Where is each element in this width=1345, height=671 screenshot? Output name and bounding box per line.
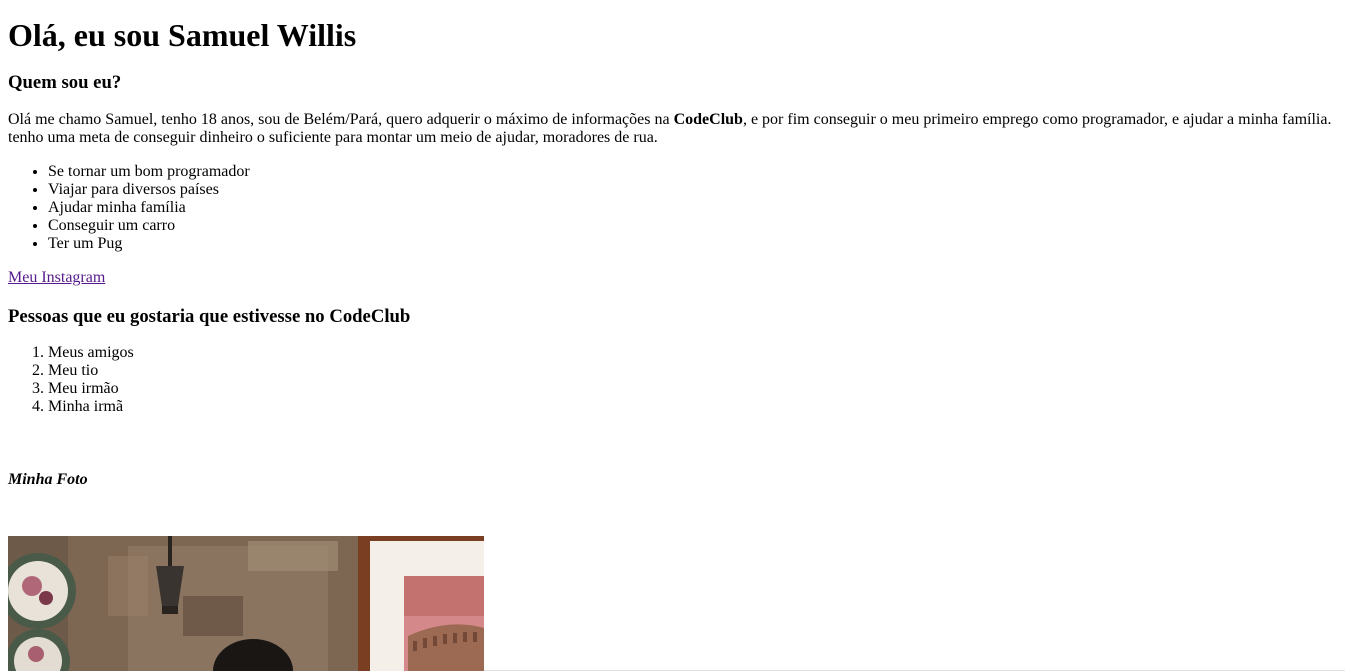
profile-photo (8, 536, 484, 671)
list-item: Meu tio (48, 362, 1337, 380)
list-item: Viajar para diversos países (48, 181, 1337, 199)
intro-paragraph: Olá me chamo Samuel, tenho 18 anos, sou … (8, 111, 1337, 147)
page-title: Olá, eu sou Samuel Willis (8, 17, 357, 53)
list-item: Ter um Pug (48, 235, 1337, 253)
list-item: Meu irmão (48, 380, 1337, 398)
list-item: Ajudar minha família (48, 199, 1337, 217)
page-content: Olá, eu sou Samuel Willis Quem sou eu? O… (0, 17, 1345, 489)
about-heading: Quem sou eu? (8, 72, 122, 93)
list-item: Minha irmã (48, 398, 1337, 416)
list-item: Conseguir um carro (48, 217, 1337, 235)
list-item: Se tornar um bom programador (48, 163, 1337, 181)
intro-codeclub-bold: CodeClub (673, 111, 743, 128)
intro-text-line2: tenho uma meta de conseguir dinheiro o s… (8, 129, 658, 146)
list-item: Meus amigos (48, 344, 1337, 362)
photo-caption: Minha Foto (8, 471, 88, 488)
instagram-link[interactable]: Meu Instagram (8, 269, 105, 286)
intro-text-end: , e por fim conseguir o meu primeiro emp… (742, 111, 1332, 128)
goals-list: Se tornar um bom programador Viajar para… (8, 163, 1337, 253)
intro-text-start: Olá me chamo Samuel, tenho 18 anos, sou … (8, 111, 674, 128)
people-heading: Pessoas que eu gostaria que estivesse no… (8, 306, 411, 327)
instagram-line: Meu Instagram (8, 269, 1337, 287)
people-list: Meus amigos Meu tio Meu irmão Minha irmã (8, 344, 1337, 416)
